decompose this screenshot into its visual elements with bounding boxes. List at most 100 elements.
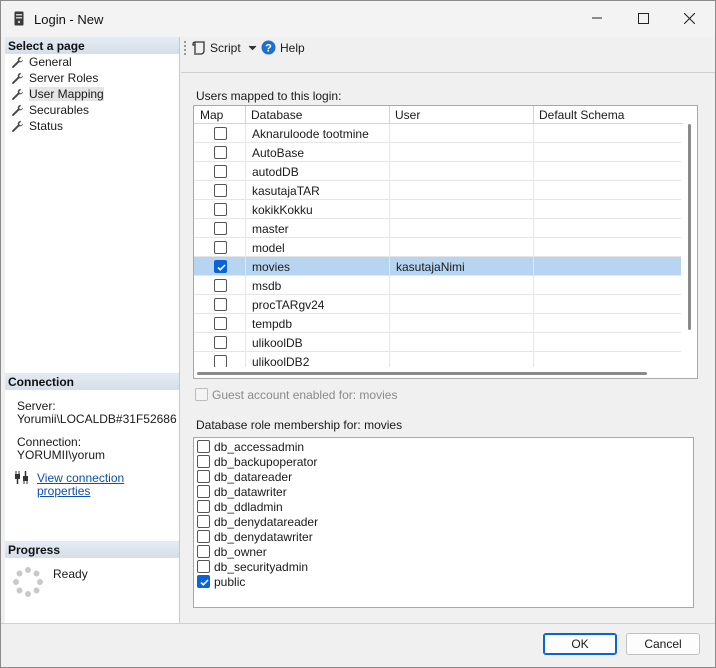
role-checkbox[interactable] [197, 530, 210, 543]
horizontal-scroll-thumb[interactable] [197, 372, 647, 375]
ok-button[interactable]: OK [543, 633, 617, 655]
button-bar: OK Cancel [1, 623, 715, 667]
page-user-mapping[interactable]: User Mapping [11, 86, 104, 102]
guest-account-checkbox[interactable] [195, 388, 208, 401]
map-checkbox[interactable] [214, 317, 227, 330]
progress-status: Ready [53, 567, 88, 581]
role-item[interactable]: db_denydatareader [197, 514, 318, 529]
page-general[interactable]: General [11, 54, 72, 70]
table-row[interactable]: Aknaruloode tootmine [194, 124, 681, 143]
table-row[interactable]: AutoBase [194, 143, 681, 162]
page-label: Securables [29, 103, 90, 117]
table-row[interactable]: procTARgv24 [194, 295, 681, 314]
select-page-header: Select a page [5, 37, 179, 54]
role-checkbox[interactable] [197, 470, 210, 483]
map-checkbox[interactable] [214, 241, 227, 254]
script-icon [192, 41, 205, 55]
page-securables[interactable]: Securables [11, 102, 89, 118]
toolbar-grip [184, 41, 186, 55]
role-item[interactable]: db_datawriter [197, 484, 287, 499]
role-checkbox[interactable] [197, 440, 210, 453]
role-checkbox[interactable] [197, 545, 210, 558]
table-row[interactable]: msdb [194, 276, 681, 295]
table-row[interactable]: tempdb [194, 314, 681, 333]
col-database[interactable]: Database [251, 108, 302, 122]
toolbar: Script ? Help [181, 37, 715, 61]
script-button[interactable]: Script [191, 40, 257, 56]
role-checkbox[interactable] [197, 485, 210, 498]
table-row[interactable]: master [194, 219, 681, 238]
wrench-icon [12, 104, 24, 116]
role-item[interactable]: db_ddladmin [197, 499, 283, 514]
table-row[interactable]: kokikKokku [194, 200, 681, 219]
database-cell: movies [252, 260, 291, 274]
map-checkbox[interactable] [214, 260, 227, 273]
role-checkbox[interactable] [197, 500, 210, 513]
role-membership-list[interactable]: db_accessadmin db_backupoperator db_datare… [193, 437, 694, 608]
user-cell[interactable]: kasutajaNimi [396, 260, 465, 274]
vertical-scrollbar[interactable] [683, 106, 697, 378]
map-checkbox[interactable] [214, 279, 227, 292]
table-row[interactable]: ulikoolDB [194, 333, 681, 352]
close-icon [683, 12, 695, 24]
map-checkbox[interactable] [214, 203, 227, 216]
login-new-window: Login - New Select a page General Server… [0, 0, 716, 668]
minimize-button[interactable] [574, 1, 620, 35]
col-map[interactable]: Map [200, 108, 223, 122]
horizontal-scrollbar[interactable] [194, 367, 681, 378]
users-mapped-grid[interactable]: Map Database User Default Schema Aknarul… [193, 105, 698, 379]
page-status[interactable]: Status [11, 118, 63, 134]
table-row[interactable]: movies kasutajaNimi [194, 257, 681, 276]
vertical-scroll-thumb[interactable] [688, 124, 691, 330]
role-checkbox[interactable] [197, 575, 210, 588]
role-label: db_denydatareader [214, 514, 319, 529]
map-checkbox[interactable] [214, 298, 227, 311]
map-checkbox[interactable] [214, 146, 227, 159]
database-cell: ulikoolDB [252, 336, 303, 350]
server-value: Yorumii\LOCALDB#31F52686 [17, 412, 177, 426]
cancel-button[interactable]: Cancel [626, 633, 700, 655]
role-label: db_accessadmin [214, 439, 305, 454]
database-cell: tempdb [252, 317, 293, 331]
role-membership-label: Database role membership for: movies [196, 418, 403, 432]
table-row[interactable]: kasutajaTAR [194, 181, 681, 200]
role-checkbox[interactable] [197, 515, 210, 528]
role-checkbox[interactable] [197, 560, 210, 573]
database-cell: msdb [252, 279, 282, 293]
view-connection-properties-link[interactable]: View connection properties [37, 472, 179, 498]
map-checkbox[interactable] [214, 222, 227, 235]
role-checkbox[interactable] [197, 455, 210, 468]
database-cell: kokikKokku [252, 203, 313, 217]
table-row[interactable]: autodDB [194, 162, 681, 181]
role-item[interactable]: db_owner [197, 544, 267, 559]
maximize-button[interactable] [620, 1, 666, 35]
close-button[interactable] [666, 1, 712, 35]
help-label: Help [280, 40, 305, 55]
role-item[interactable]: db_backupoperator [197, 454, 317, 469]
map-checkbox[interactable] [214, 184, 227, 197]
role-item[interactable]: db_denydatawriter [197, 529, 313, 544]
wrench-icon [12, 72, 24, 84]
role-label: db_datareader [214, 469, 293, 484]
role-item[interactable]: public [197, 574, 245, 589]
progress-spinner-icon [13, 567, 43, 597]
left-pane: Select a page General Server Roles User … [5, 37, 180, 623]
guest-account-label: Guest account enabled for: movies [212, 388, 398, 402]
database-cell: master [252, 222, 289, 236]
role-item[interactable]: db_securityadmin [197, 559, 308, 574]
role-item[interactable]: db_accessadmin [197, 439, 304, 454]
help-button[interactable]: ? Help [261, 40, 305, 55]
role-item[interactable]: db_datareader [197, 469, 292, 484]
map-checkbox[interactable] [214, 336, 227, 349]
map-checkbox[interactable] [214, 127, 227, 140]
col-default-schema[interactable]: Default Schema [539, 108, 624, 122]
map-checkbox[interactable] [214, 165, 227, 178]
database-cell: kasutajaTAR [252, 184, 320, 198]
page-label: Server Roles [29, 71, 99, 85]
page-server-roles[interactable]: Server Roles [11, 70, 98, 86]
database-cell: autodDB [252, 165, 299, 179]
wrench-icon [12, 120, 24, 132]
wrench-icon [12, 56, 24, 68]
col-user[interactable]: User [395, 108, 420, 122]
table-row[interactable]: model [194, 238, 681, 257]
